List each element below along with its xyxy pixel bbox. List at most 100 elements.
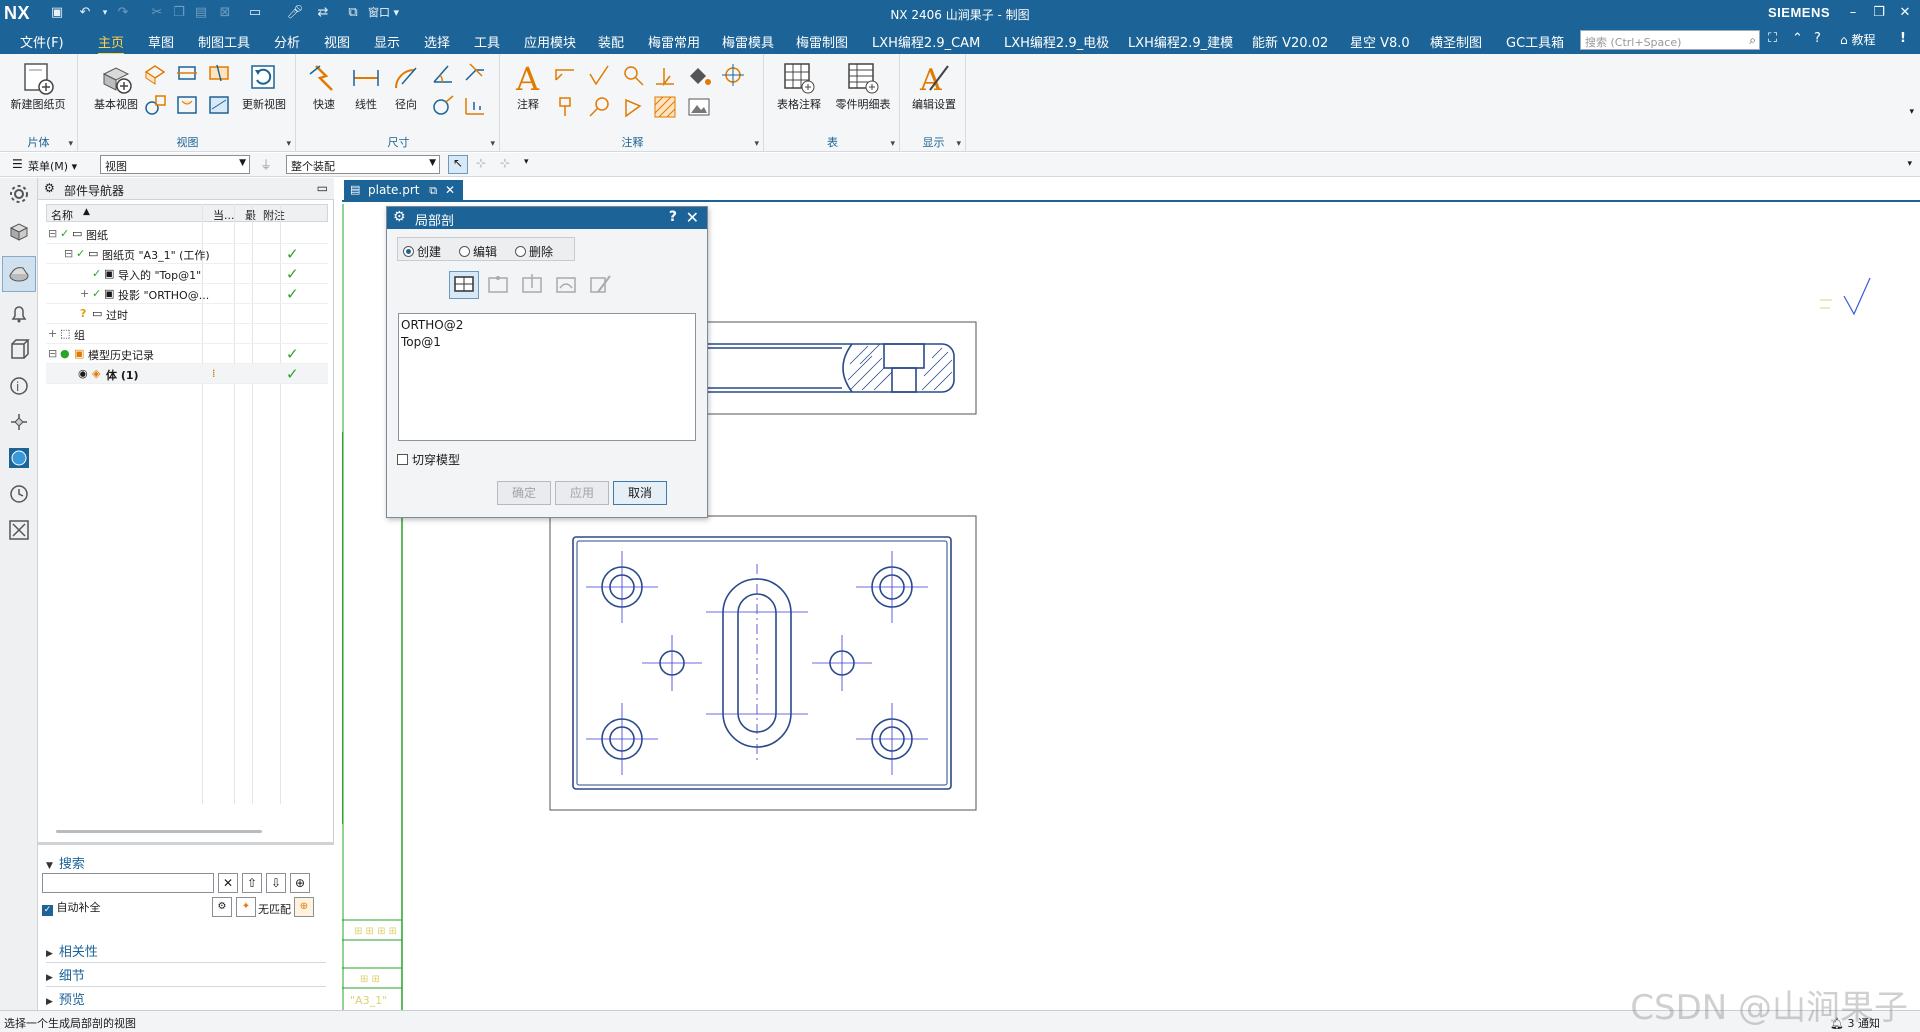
chevron-down-icon[interactable]: ▾ <box>524 157 529 167</box>
datum-target-icon[interactable] <box>652 62 678 88</box>
collapse-icon[interactable]: ⊟ <box>48 227 57 240</box>
toolbar-options-icon[interactable]: ▾ <box>1907 159 1912 169</box>
menu-assemblies[interactable]: 装配 <box>598 32 624 51</box>
close-icon[interactable]: ✕ <box>686 208 699 227</box>
sort-up-icon[interactable]: ▲ <box>83 207 90 217</box>
angular-dimension-icon[interactable] <box>430 60 456 86</box>
type-filter-select[interactable]: 视图 ▼ <box>100 155 250 174</box>
file-tab-plate[interactable]: ▤ plate.prt ⧉ ✕ <box>344 180 464 202</box>
bell-icon[interactable] <box>7 302 31 326</box>
search-options-icon[interactable]: ⚙ <box>212 897 232 917</box>
menu-xingkong[interactable]: 星空 V8.0 <box>1350 32 1410 51</box>
help-icon[interactable]: ? <box>1814 31 1821 46</box>
clear-icon[interactable]: ✕ <box>218 873 238 893</box>
expand-icon[interactable]: + <box>48 327 57 340</box>
feature-control-frame-icon[interactable] <box>552 62 578 88</box>
tree-node-sheet[interactable]: ⊟ ✓ ▭ 图纸页 "A3_1" (工作) ✓ <box>46 244 328 264</box>
help-icon[interactable]: ? <box>669 209 677 225</box>
menu-sketch[interactable]: 草图 <box>148 32 174 51</box>
chevron-down-icon[interactable]: ▾ <box>890 139 895 149</box>
rapid-dimension-button[interactable]: 快速 <box>304 60 344 112</box>
edit-settings-button[interactable]: A 编辑设置 <box>904 60 964 112</box>
wildcard-icon[interactable]: ✦ <box>236 897 256 917</box>
details-section-header[interactable]: ▶ 细节 <box>46 965 326 987</box>
menu-home[interactable]: 主页 <box>98 32 125 55</box>
column-current[interactable]: 当... <box>213 207 235 223</box>
view-list[interactable]: ORTHO@2 Top@1 <box>398 313 696 441</box>
chamfer-dimension-icon[interactable] <box>462 60 488 86</box>
note-button[interactable]: A 注释 <box>508 60 548 112</box>
chevron-down-icon[interactable]: ▾ <box>754 139 759 149</box>
menu-display[interactable]: 显示 <box>374 32 400 51</box>
fullscreen-icon[interactable]: ⛶ <box>1768 31 1777 46</box>
tree-node-outdated[interactable]: ? ▭ 过时 <box>46 304 328 324</box>
close-tab-icon[interactable]: ✕ <box>445 183 455 197</box>
collapse-icon[interactable]: ⊟ <box>48 347 57 360</box>
web-browser-icon[interactable] <box>7 446 31 470</box>
constraint-navigator-icon[interactable] <box>7 410 31 434</box>
detail-view-icon[interactable] <box>142 92 168 118</box>
alert-icon[interactable]: ! <box>1900 31 1906 46</box>
ribbon-options-icon[interactable]: ▾ <box>1909 107 1914 117</box>
horizontal-scrollbar[interactable] <box>56 830 262 833</box>
main-menu-button[interactable]: 菜单(M) ▾ <box>28 158 77 174</box>
preview-section-header[interactable]: ▶ 预览 <box>46 989 326 1011</box>
menu-hengsheng[interactable]: 横圣制图 <box>1430 32 1482 51</box>
mode-edit-radio[interactable]: 编辑 <box>459 243 497 260</box>
float-tab-icon[interactable]: ⧉ <box>429 184 437 197</box>
part-navigator-icon[interactable] <box>7 262 31 286</box>
select-view-step-button[interactable] <box>449 271 479 299</box>
tutorial-link[interactable]: ⌂ 教程 <box>1840 31 1875 48</box>
gear-icon[interactable]: ⚙ <box>393 209 406 225</box>
cut-through-model-checkbox[interactable]: 切穿模型 <box>397 451 460 468</box>
tree-node-groups[interactable]: + ⬚ 组 <box>46 324 328 344</box>
view-list-item[interactable]: ORTHO@2 <box>401 317 693 334</box>
parts-list-button[interactable]: 零件明细表 <box>830 60 896 112</box>
menu-lxh-cam[interactable]: LXH编程2.9_CAM <box>872 32 980 51</box>
minimize-icon[interactable]: – <box>1842 3 1864 23</box>
command-search-input[interactable]: 搜索 (Ctrl+Space) ⌕ <box>1580 30 1760 50</box>
selection-scope-select[interactable]: 整个装配 ▼ <box>286 155 440 174</box>
eye-icon[interactable]: ◉ <box>78 367 88 380</box>
menu-gc-toolbox[interactable]: GC工具箱 <box>1506 32 1564 51</box>
tree-node-body[interactable]: ◉ ◈ 体 (1) ⁞ ✓ <box>46 364 328 384</box>
highlight-icon[interactable]: ⊕ <box>294 897 314 917</box>
menu-meilei-common[interactable]: 梅雷常用 <box>648 32 700 51</box>
menu-hamburger-icon[interactable]: ☰ <box>12 157 23 171</box>
chevron-down-icon[interactable]: ▾ <box>490 139 495 149</box>
relations-section-header[interactable]: ▶ 相关性 <box>46 941 326 963</box>
search-section-header[interactable]: ▼ 搜索 <box>46 853 85 872</box>
history-icon[interactable] <box>7 482 31 506</box>
view-list-item[interactable]: Top@1 <box>401 334 693 351</box>
locate-icon[interactable]: ⊕ <box>290 873 310 893</box>
menu-selection[interactable]: 选择 <box>424 32 450 51</box>
navigator-search-input[interactable] <box>42 873 214 893</box>
ordinate-dimension-icon[interactable] <box>462 92 488 118</box>
tree-node-imported-view[interactable]: ✓ ▣ 导入的 "Top@1" ✓ <box>46 264 328 284</box>
menu-lxh-modeling[interactable]: LXH编程2.9_建模 <box>1128 32 1233 51</box>
new-sheet-button[interactable]: 新建图纸页 <box>8 60 68 112</box>
balloon-icon[interactable] <box>620 62 646 88</box>
crosshatch-icon[interactable] <box>652 94 678 120</box>
arrow-down-icon[interactable]: ⇩ <box>266 873 286 893</box>
datum-feature-symbol-icon[interactable] <box>552 94 578 120</box>
menu-nengxin[interactable]: 能新 V20.02 <box>1252 32 1328 51</box>
assembly-navigator-icon[interactable] <box>7 220 31 244</box>
base-view-button[interactable]: 基本视图 <box>86 60 146 112</box>
image-icon[interactable] <box>686 94 712 120</box>
column-latest[interactable]: 最 <box>245 207 256 223</box>
collapse-ribbon-icon[interactable]: ⌃ <box>1792 31 1803 46</box>
break-out-section-icon[interactable] <box>174 92 200 118</box>
fill-icon[interactable] <box>686 62 712 88</box>
close-icon[interactable]: ✕ <box>1894 3 1916 23</box>
mode-create-radio[interactable]: 创建 <box>403 243 441 260</box>
reuse-library-icon[interactable] <box>7 338 31 362</box>
weld-symbol-icon[interactable] <box>586 94 612 120</box>
column-notes[interactable]: 附注 <box>263 207 285 223</box>
cancel-button[interactable]: 取消 <box>613 481 667 505</box>
hd3d-tools-icon[interactable]: i <box>7 374 31 398</box>
radial-dimension-button[interactable]: 径向 <box>386 60 426 112</box>
roles-icon[interactable] <box>7 518 31 542</box>
chevron-down-icon[interactable]: ▾ <box>286 139 291 149</box>
chevron-down-icon[interactable]: ▾ <box>956 139 961 149</box>
